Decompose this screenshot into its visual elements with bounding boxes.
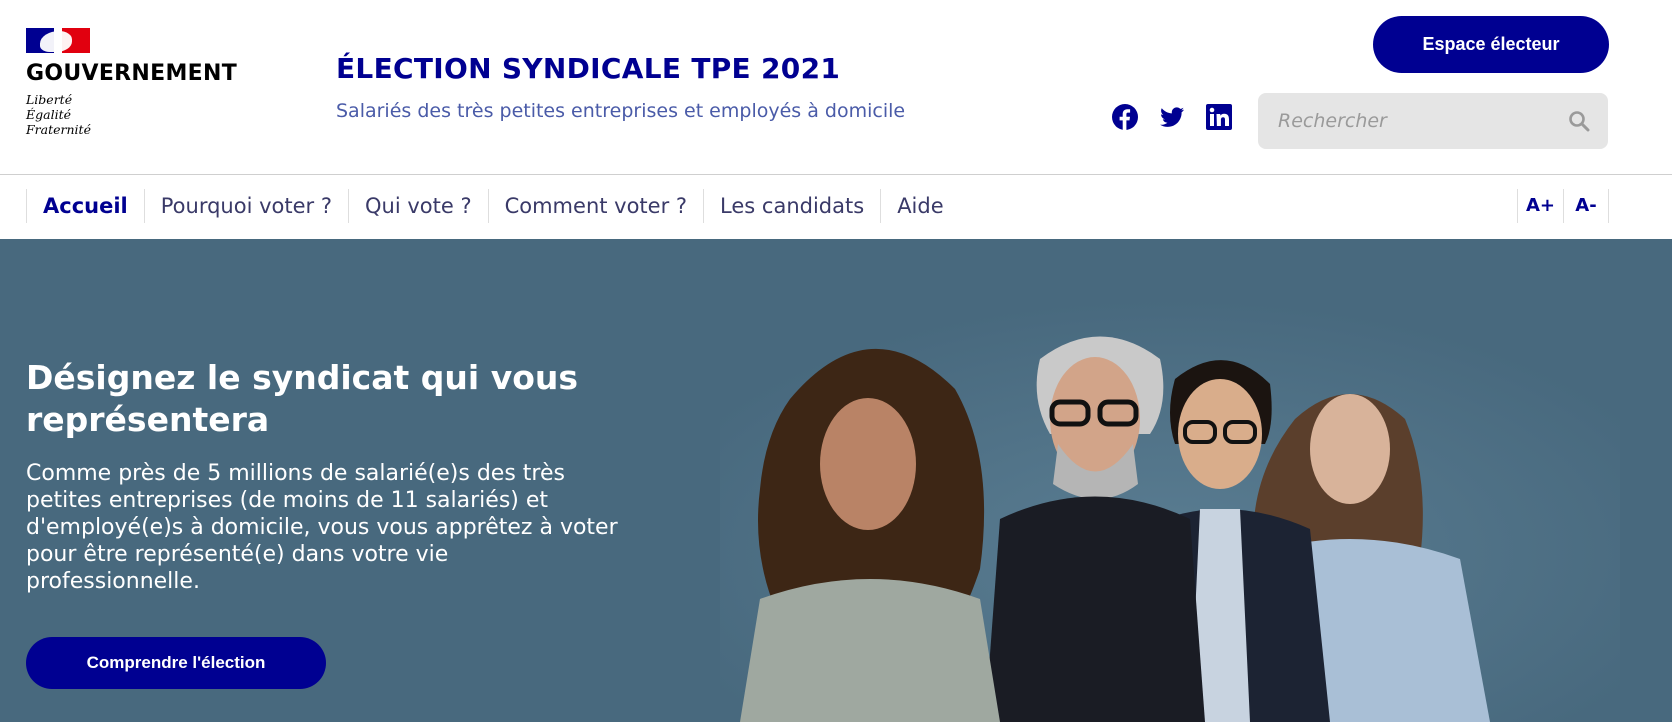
linkedin-icon[interactable] — [1206, 104, 1232, 130]
social-links — [1112, 104, 1232, 130]
search-icon[interactable] — [1568, 110, 1590, 132]
gov-name: GOUVERNEMENT — [26, 61, 237, 86]
font-size-tools: A+ A- — [1517, 189, 1609, 223]
twitter-icon[interactable] — [1159, 104, 1185, 130]
search-box — [1258, 93, 1608, 149]
nav-list: Accueil Pourquoi voter ? Qui vote ? Comment… — [26, 189, 960, 223]
facebook-icon[interactable] — [1112, 104, 1138, 130]
site-tagline: Salariés des très petites entreprises et… — [336, 100, 906, 122]
motto: Liberté Égalité Fraternité — [26, 92, 246, 137]
main-nav: Accueil Pourquoi voter ? Qui vote ? Comment… — [0, 175, 1672, 239]
comprendre-election-button[interactable]: Comprendre l'élection — [26, 637, 326, 689]
marianne-flag-icon — [26, 28, 90, 53]
font-increase-button[interactable]: A+ — [1517, 189, 1563, 223]
nav-item-les-candidats[interactable]: Les candidats — [703, 189, 880, 223]
nav-item-accueil[interactable]: Accueil — [26, 189, 144, 223]
hero-banner: Désignez le syndicat qui vous représente… — [0, 239, 1672, 722]
site-header: GOUVERNEMENT Liberté Égalité Fraternité … — [0, 0, 1672, 175]
site-title[interactable]: ÉLECTION SYNDICALE TPE 2021 — [336, 52, 840, 85]
nav-item-comment-voter[interactable]: Comment voter ? — [487, 189, 703, 223]
nav-item-aide[interactable]: Aide — [880, 189, 959, 223]
hero-text: Comme près de 5 millions de salarié(e)s … — [26, 461, 618, 594]
motto-line: Fraternité — [26, 122, 91, 137]
hero-group-photo — [720, 299, 1620, 722]
search-input[interactable] — [1258, 93, 1558, 149]
government-logo[interactable]: GOUVERNEMENT Liberté Égalité Fraternité — [26, 28, 246, 137]
espace-electeur-button[interactable]: Espace électeur — [1373, 16, 1609, 73]
nav-item-pourquoi-voter[interactable]: Pourquoi voter ? — [143, 189, 348, 223]
hero-title: Désignez le syndicat qui vous représente… — [26, 358, 579, 439]
motto-line: Liberté — [26, 92, 73, 107]
font-decrease-button[interactable]: A- — [1563, 189, 1609, 223]
nav-item-qui-vote[interactable]: Qui vote ? — [347, 189, 488, 223]
motto-line: Égalité — [26, 107, 71, 122]
